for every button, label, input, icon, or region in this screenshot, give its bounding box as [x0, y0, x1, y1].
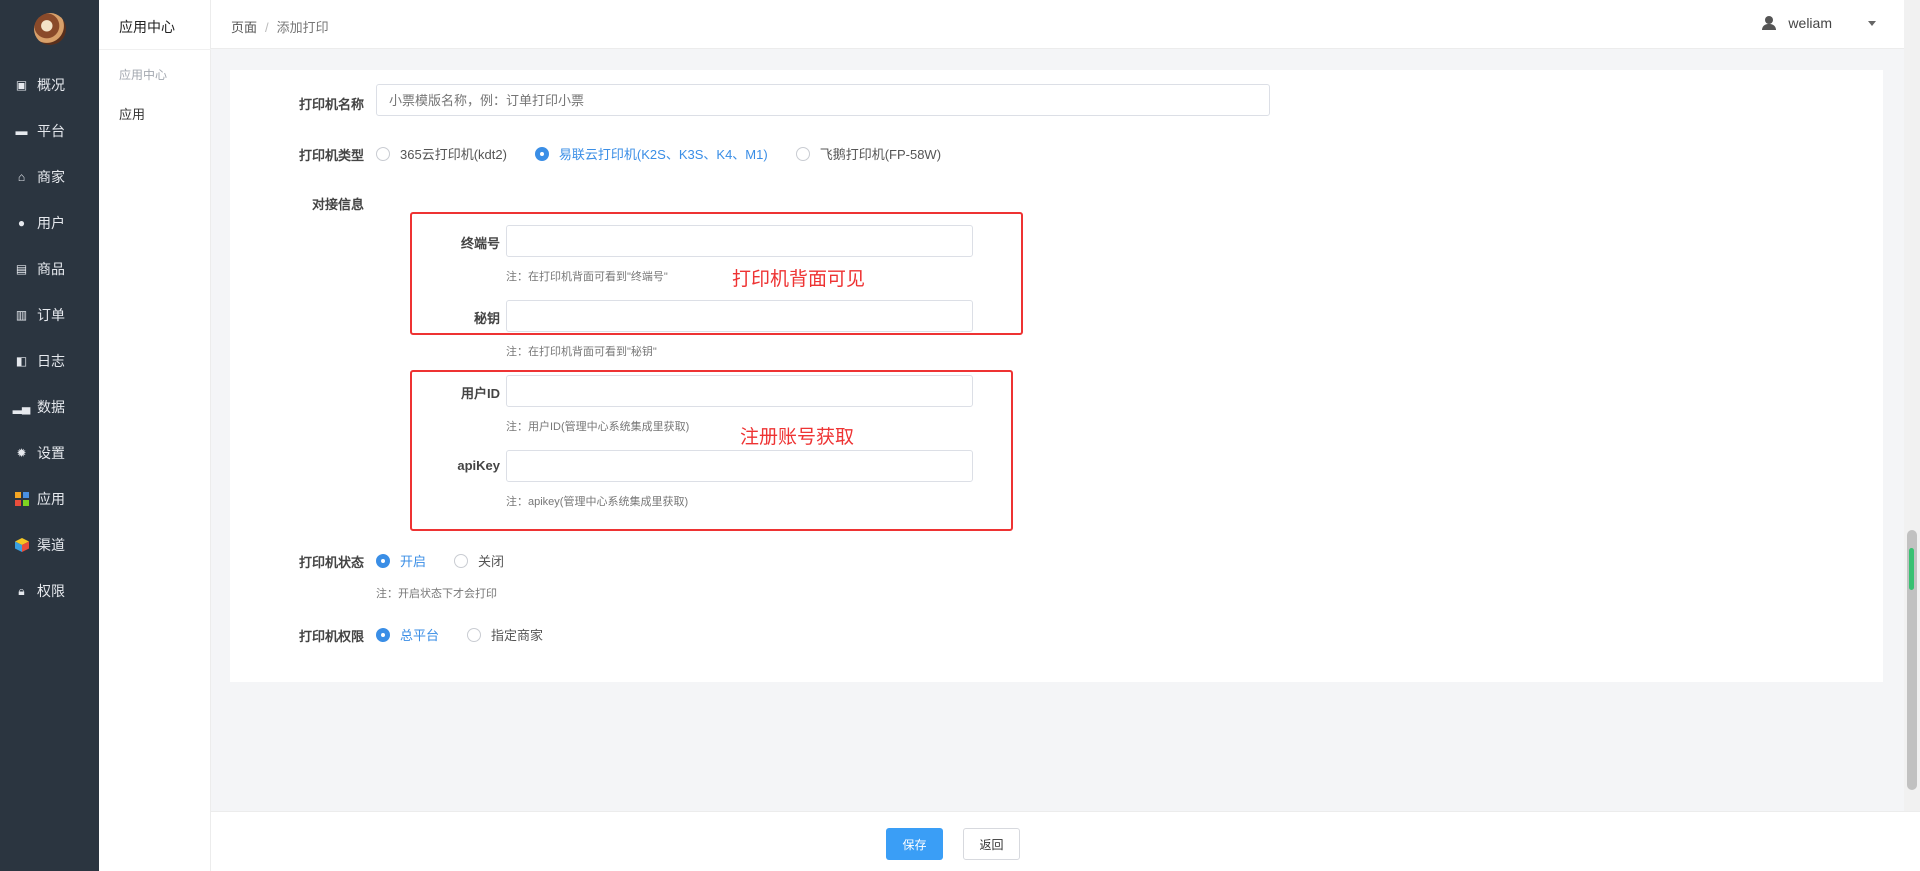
sidebar-item-users[interactable]: ● 用户: [0, 200, 99, 246]
annotation-text-back: 打印机背面可见: [732, 269, 866, 290]
dashboard-icon: ▣: [15, 78, 28, 92]
radio-dot: [376, 553, 390, 568]
sidebar-item-label: 数据: [37, 399, 65, 415]
user-menu[interactable]: weliam: [1762, 15, 1876, 31]
sidebar-item-label: 平台: [37, 123, 65, 139]
printer-permission-label: 打印机权限: [298, 629, 364, 644]
radio-dot: [454, 553, 469, 568]
printer-permission-radio-group: 总平台 指定商家: [376, 625, 571, 644]
scroll-indicator: [1909, 548, 1914, 590]
lock-icon: 🔒︎: [18, 583, 25, 598]
sidebar-item-settings[interactable]: ✹ 设置: [0, 430, 99, 476]
subbar-item-apps[interactable]: 应用: [119, 104, 145, 123]
radio-dot: [534, 146, 549, 161]
radio-label: 关闭: [478, 554, 505, 569]
bottom-action-bar: 保存 返回: [211, 811, 1920, 871]
secondary-sidebar: 应用中心 应用中心 应用: [99, 0, 211, 871]
product-icon: ▤: [15, 262, 28, 276]
apps-icon: [14, 492, 29, 507]
printer-status-radio-group: 开启 关闭: [376, 551, 532, 570]
radio-status-off[interactable]: 关闭: [454, 551, 504, 570]
page-scrollbar[interactable]: [1904, 0, 1920, 811]
sidebar-item-merchant[interactable]: ⌂ 商家: [0, 154, 99, 200]
cube-icon: [14, 538, 29, 553]
radio-label: 指定商家: [491, 628, 544, 643]
monitor-icon: ▬: [15, 124, 28, 138]
user-icon: ●: [17, 216, 26, 230]
secret-hint: 注：在打印机背面可看到"秘钥": [506, 346, 657, 358]
back-button[interactable]: 返回: [963, 828, 1020, 860]
breadcrumb-current: 添加打印: [276, 20, 329, 35]
annotation-box-register: [410, 370, 1013, 531]
radio-dot: [795, 146, 810, 161]
radio-label: 总平台: [400, 628, 440, 643]
radio-type-feie[interactable]: 飞鹅打印机(FP-58W): [795, 144, 942, 163]
gear-icon: ✹: [16, 446, 27, 460]
subbar-title: 应用中心: [119, 19, 175, 35]
username: weliam: [1788, 15, 1832, 31]
printer-status-hint: 注：开启状态下才会打印: [376, 588, 497, 600]
chart-icon: ▂▄: [12, 400, 31, 414]
order-icon: ▥: [15, 308, 28, 322]
printer-name-label: 打印机名称: [298, 97, 364, 112]
radio-perm-merchant[interactable]: 指定商家: [467, 625, 543, 644]
main-nav: ▣ 概况 ▬ 平台 ⌂ 商家 ● 用户 ▤ 商品 ▥ 订单 ◧ 日志 ▂▄ 数据 ✹ 设置 应用 …: [0, 62, 99, 614]
sidebar-item-label: 商家: [37, 169, 65, 185]
printer-name-input[interactable]: [376, 84, 1270, 116]
sidebar-item-label: 商品: [37, 261, 65, 277]
sidebar-item-label: 用户: [37, 215, 65, 231]
dock-info-label: 对接信息: [311, 197, 364, 212]
sidebar-item-apps[interactable]: 应用: [0, 476, 99, 522]
printer-type-radio-group: 365云打印机(kdt2) 易联云打印机(K2S、K3S、K4、M1) 飞鹅打印…: [376, 144, 969, 163]
save-button[interactable]: 保存: [886, 828, 943, 860]
radio-label: 飞鹅打印机(FP-58W): [819, 147, 942, 162]
store-icon: ⌂: [17, 170, 26, 184]
caret-down-icon[interactable]: [1868, 20, 1876, 26]
log-icon: ◧: [15, 354, 28, 368]
top-header: 页面 / 添加打印 weliam: [211, 0, 1904, 49]
sidebar-item-label: 订单: [37, 307, 65, 323]
radio-type-365[interactable]: 365云打印机(kdt2): [376, 144, 507, 163]
sidebar-item-label: 日志: [37, 353, 65, 369]
sidebar-item-label: 渠道: [37, 537, 65, 553]
sidebar-item-platform[interactable]: ▬ 平台: [0, 108, 99, 154]
radio-status-on[interactable]: 开启: [376, 551, 426, 570]
sidebar-item-orders[interactable]: ▥ 订单: [0, 292, 99, 338]
radio-label: 365云打印机(kdt2): [400, 147, 507, 162]
sidebar-item-overview[interactable]: ▣ 概况: [0, 62, 99, 108]
sidebar-item-label: 概况: [37, 77, 65, 93]
sidebar-item-products[interactable]: ▤ 商品: [0, 246, 99, 292]
breadcrumb-separator: /: [265, 20, 269, 35]
annotation-text-register: 注册账号获取: [740, 427, 855, 448]
user-icon: [1762, 16, 1777, 30]
sidebar-item-channels[interactable]: 渠道: [0, 522, 99, 568]
radio-label: 易联云打印机(K2S、K3S、K4、M1): [558, 147, 768, 162]
radio-type-yilianyun[interactable]: 易联云打印机(K2S、K3S、K4、M1): [534, 144, 768, 163]
main-sidebar: ▣ 概况 ▬ 平台 ⌂ 商家 ● 用户 ▤ 商品 ▥ 订单 ◧ 日志 ▂▄ 数据 ✹ 设置 应用 …: [0, 0, 99, 871]
sidebar-item-label: 设置: [37, 445, 65, 461]
printer-type-label: 打印机类型: [298, 148, 364, 163]
form-card: 打印机名称 打印机类型 365云打印机(kdt2) 易联云打印机(K2S、K3S…: [230, 70, 1883, 682]
sidebar-item-label: 权限: [37, 583, 65, 599]
sidebar-item-logs[interactable]: ◧ 日志: [0, 338, 99, 384]
breadcrumb: 页面 / 添加打印: [231, 17, 329, 36]
annotation-box-back: [410, 212, 1023, 335]
radio-dot: [467, 627, 482, 642]
radio-dot: [376, 146, 390, 161]
sidebar-item-permissions[interactable]: 🔒︎ 权限: [0, 568, 99, 614]
breadcrumb-root[interactable]: 页面: [231, 20, 257, 35]
radio-dot: [376, 627, 390, 642]
sidebar-item-data[interactable]: ▂▄ 数据: [0, 384, 99, 430]
radio-label: 开启: [400, 554, 427, 569]
app-logo[interactable]: [34, 13, 66, 45]
sidebar-item-label: 应用: [37, 491, 65, 507]
subbar-group-label: 应用中心: [119, 68, 168, 82]
subbar-divider: [99, 49, 211, 50]
radio-perm-platform[interactable]: 总平台: [376, 625, 439, 644]
printer-status-label: 打印机状态: [298, 555, 364, 570]
